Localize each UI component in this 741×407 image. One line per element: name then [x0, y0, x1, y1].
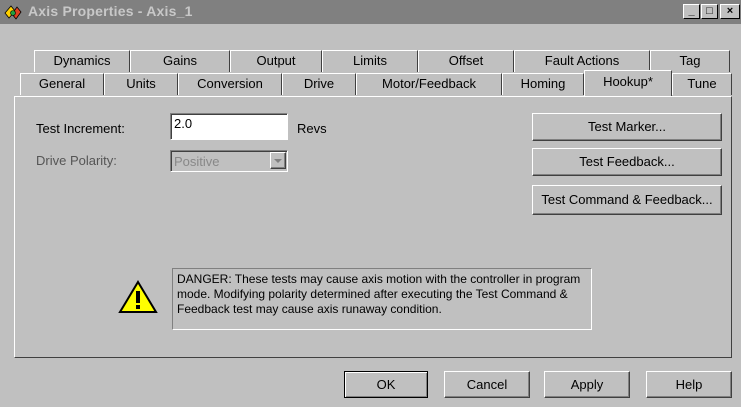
tab-offset[interactable]: Offset: [418, 50, 514, 72]
test-marker-label: Test Marker...: [587, 119, 667, 134]
test-marker-button[interactable]: Test Marker...: [532, 113, 722, 141]
tab-hookup[interactable]: Hookup*: [584, 70, 672, 96]
tab-homing[interactable]: Homing: [502, 73, 584, 95]
test-increment-label: Test Increment:: [36, 121, 125, 136]
tab-conversion[interactable]: Conversion: [178, 73, 282, 95]
chevron-down-icon: [274, 159, 282, 163]
maximize-button[interactable]: □: [701, 4, 718, 19]
tab-units[interactable]: Units: [104, 73, 178, 95]
tab-dynamics[interactable]: Dynamics: [34, 50, 130, 72]
ok-button[interactable]: OK: [344, 371, 428, 398]
warning-icon: [118, 280, 158, 313]
test-command-feedback-label: Test Command & Feedback...: [541, 192, 713, 207]
tab-drive[interactable]: Drive: [282, 73, 356, 95]
tab-fault-actions[interactable]: Fault Actions: [514, 50, 650, 72]
window-title: Axis Properties - Axis_1: [28, 3, 193, 19]
apply-button[interactable]: Apply: [544, 371, 630, 398]
test-feedback-label: Test Feedback...: [579, 154, 675, 169]
tab-tune[interactable]: Tune: [672, 73, 732, 95]
apply-label: Apply: [570, 377, 604, 392]
drive-polarity-label: Drive Polarity:: [36, 153, 117, 168]
dropdown-arrow-button[interactable]: [270, 152, 286, 169]
axis-app-icon: [4, 5, 22, 20]
drive-polarity-value: Positive: [174, 154, 220, 169]
test-increment-input[interactable]: 2.0: [170, 113, 288, 140]
drive-polarity-select[interactable]: Positive: [170, 150, 288, 172]
tab-gains[interactable]: Gains: [130, 50, 230, 72]
ok-label: OK: [376, 377, 396, 392]
tab-output[interactable]: Output: [230, 50, 322, 72]
help-label: Help: [675, 377, 703, 392]
axis-properties-window: Axis Properties - Axis_1 _ □ × Dynamics …: [0, 0, 741, 407]
tab-motor-feedback[interactable]: Motor/Feedback: [356, 73, 502, 95]
danger-warning-text: DANGER: These tests may cause axis motio…: [172, 268, 592, 330]
cancel-button[interactable]: Cancel: [444, 371, 530, 398]
tab-tag[interactable]: Tag: [650, 50, 730, 72]
cancel-label: Cancel: [466, 377, 508, 392]
test-command-feedback-button[interactable]: Test Command & Feedback...: [532, 185, 722, 215]
title-bar[interactable]: Axis Properties - Axis_1 _ □ ×: [0, 0, 741, 24]
test-increment-unit: Revs: [297, 121, 327, 136]
tab-general[interactable]: General: [20, 73, 104, 95]
test-feedback-button[interactable]: Test Feedback...: [532, 148, 722, 176]
help-button[interactable]: Help: [646, 371, 732, 398]
close-button[interactable]: ×: [720, 4, 740, 19]
tab-limits[interactable]: Limits: [322, 50, 418, 72]
minimize-button[interactable]: _: [683, 4, 700, 19]
